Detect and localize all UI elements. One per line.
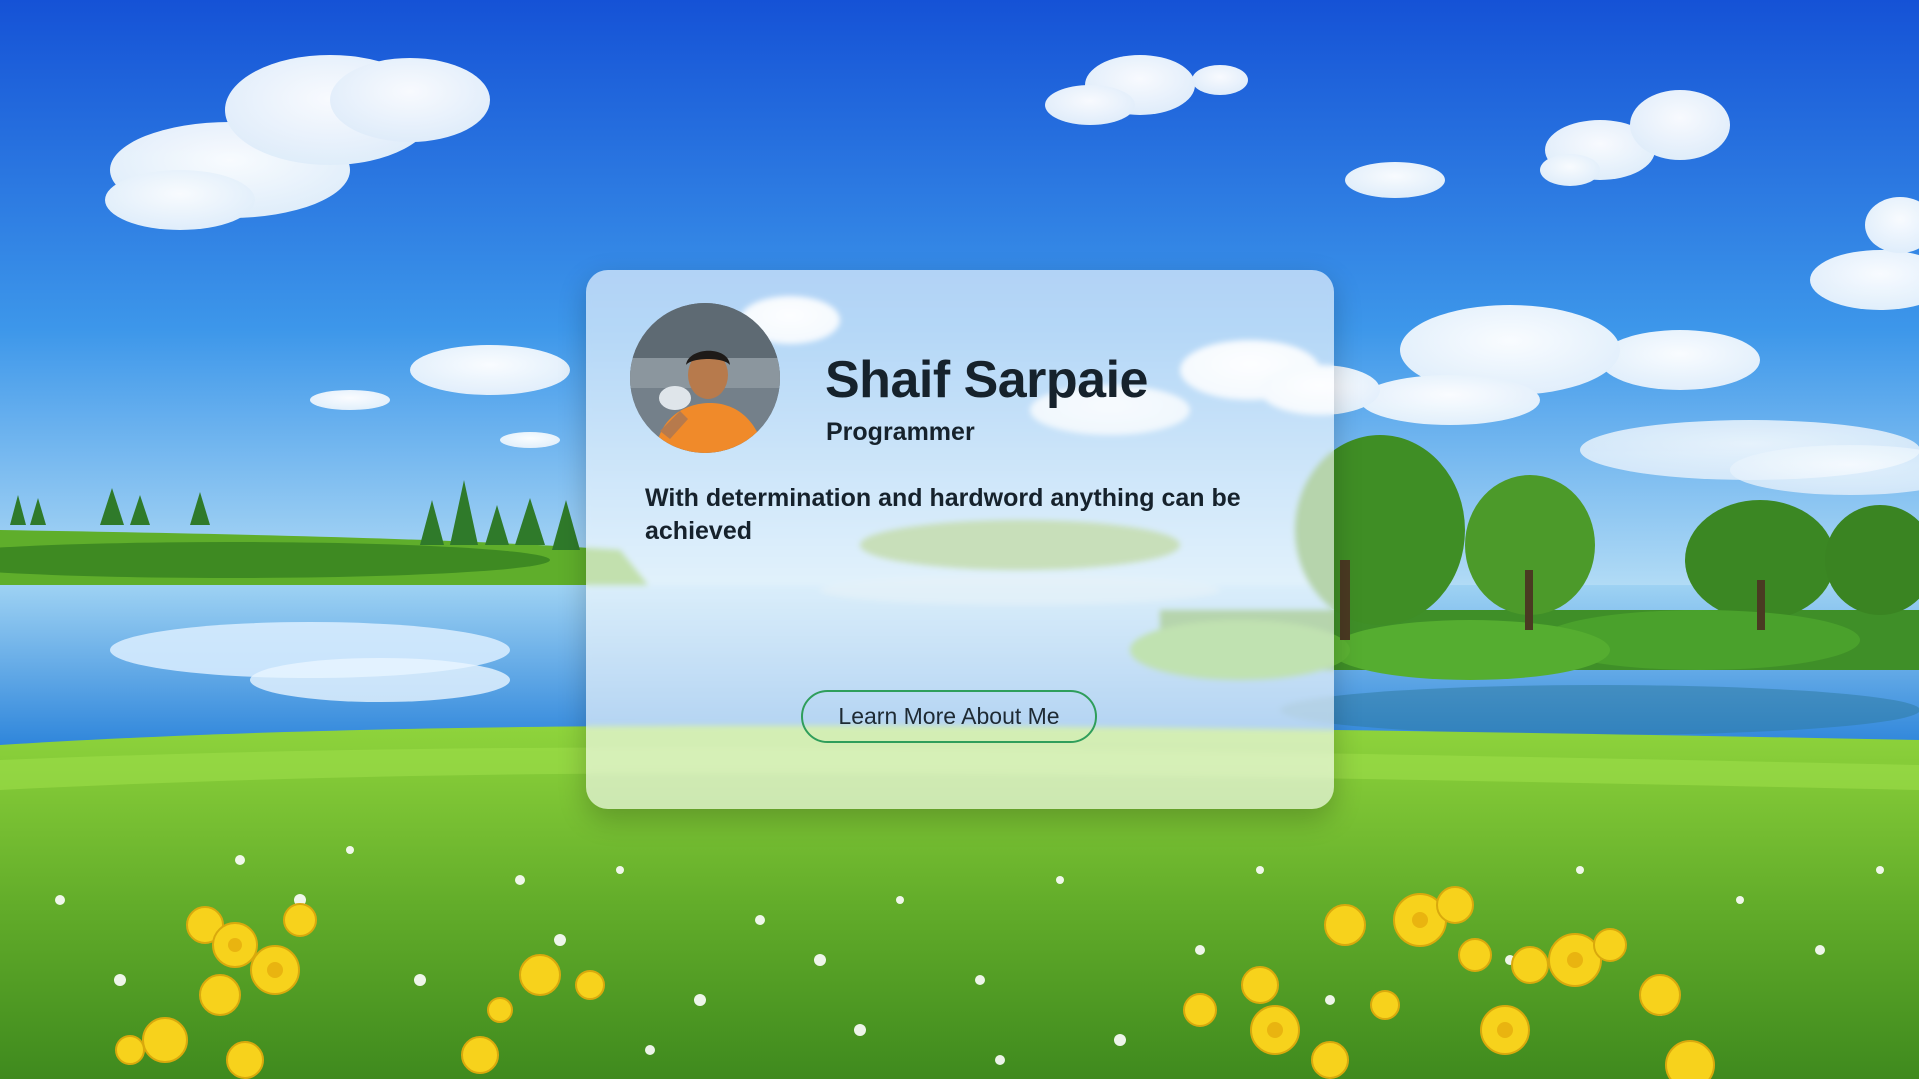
profile-quote: With determination and hardword anything…: [645, 484, 1241, 545]
profile-card: Shaif Sarpaie Programmer With determinat…: [586, 270, 1334, 809]
profile-name: Shaif Sarpaie: [825, 351, 1148, 409]
profile-role: Programmer: [826, 418, 975, 446]
avatar: [630, 303, 780, 453]
profile-photo-icon: [630, 303, 780, 453]
learn-more-button[interactable]: Learn More About Me: [801, 690, 1097, 743]
